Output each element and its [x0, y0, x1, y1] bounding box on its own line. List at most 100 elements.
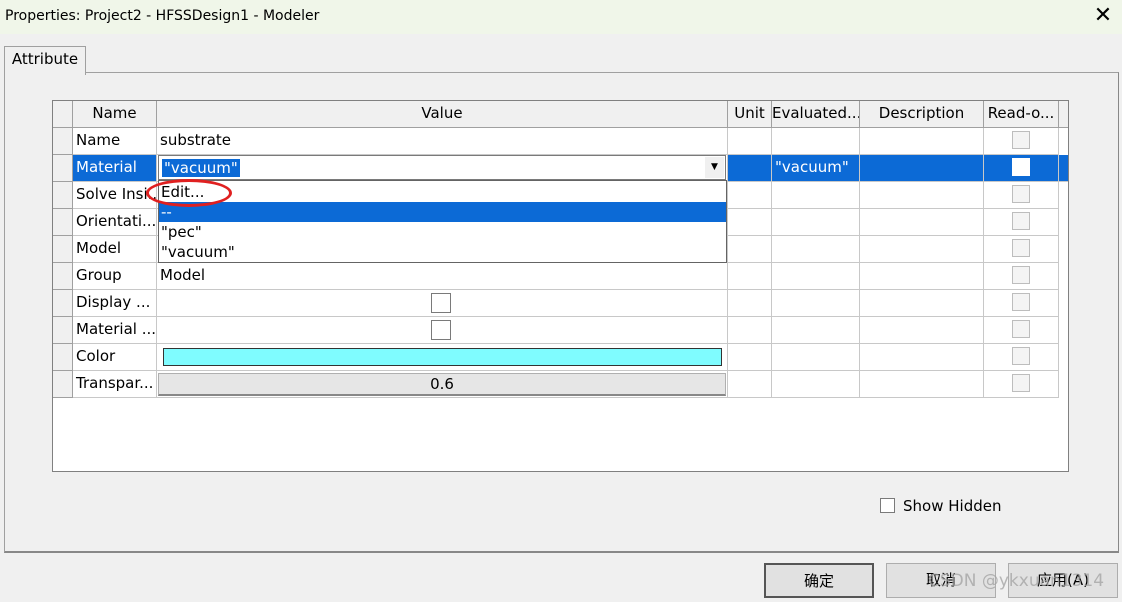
property-name[interactable]: Solve Insi... [73, 182, 157, 209]
column-header-filler [1059, 101, 1068, 128]
dropdown-option-edit[interactable]: Edit... [159, 182, 726, 202]
column-header-value[interactable]: Value [157, 101, 728, 128]
property-description[interactable] [860, 209, 984, 236]
read-only-checkbox[interactable] [1012, 266, 1030, 284]
property-read-only [984, 209, 1059, 236]
close-icon[interactable]: ✕ [1090, 4, 1116, 30]
property-unit[interactable] [728, 371, 772, 398]
property-name[interactable]: Orientati... [73, 209, 157, 236]
chevron-down-icon[interactable]: ▼ [705, 157, 724, 178]
property-unit[interactable] [728, 263, 772, 290]
property-description[interactable] [860, 182, 984, 209]
property-description[interactable] [860, 371, 984, 398]
column-header-read-only[interactable]: Read-o... [984, 101, 1059, 128]
read-only-checkbox[interactable] [1012, 158, 1030, 176]
property-name[interactable]: Group [73, 263, 157, 290]
read-only-checkbox[interactable] [1012, 131, 1030, 149]
watermark: CSDN @ykxuan1314 [928, 571, 1105, 591]
property-value[interactable]: Model [157, 263, 728, 290]
property-unit[interactable] [728, 290, 772, 317]
property-unit[interactable] [728, 236, 772, 263]
property-description[interactable] [860, 155, 984, 182]
column-header-unit[interactable]: Unit [728, 101, 772, 128]
property-unit[interactable] [728, 344, 772, 371]
show-hidden-checkbox[interactable] [880, 498, 895, 513]
corner-header [53, 101, 73, 128]
property-evaluated[interactable] [772, 209, 860, 236]
property-name[interactable]: Display ... [73, 290, 157, 317]
property-unit[interactable] [728, 182, 772, 209]
property-name[interactable]: Model [73, 236, 157, 263]
property-read-only [984, 182, 1059, 209]
property-evaluated[interactable] [772, 128, 860, 155]
property-evaluated[interactable] [772, 371, 860, 398]
display-wireframe-checkbox[interactable] [431, 293, 451, 313]
property-read-only [984, 263, 1059, 290]
color-swatch[interactable] [163, 348, 722, 366]
property-description[interactable] [860, 317, 984, 344]
read-only-checkbox[interactable] [1012, 347, 1030, 365]
row-filler [1059, 155, 1068, 182]
material-dropdown-list: Edit... -- "pec" "vacuum" [158, 180, 727, 263]
material-appearance-checkbox[interactable] [431, 320, 451, 340]
row-header[interactable] [53, 209, 73, 236]
tab-attribute[interactable]: Attribute [4, 46, 86, 75]
row-header[interactable] [53, 128, 73, 155]
property-evaluated[interactable] [772, 317, 860, 344]
property-evaluated[interactable]: "vacuum" [772, 155, 860, 182]
property-evaluated[interactable] [772, 290, 860, 317]
row-header[interactable] [53, 155, 73, 182]
dropdown-option-separator[interactable]: -- [159, 202, 726, 222]
column-header-description[interactable]: Description [860, 101, 984, 128]
dropdown-option-vacuum[interactable]: "vacuum" [159, 242, 726, 262]
material-combo-value: "vacuum" [162, 159, 240, 177]
property-unit[interactable] [728, 317, 772, 344]
ok-button[interactable]: 确定 [764, 563, 874, 598]
property-name[interactable]: Color [73, 344, 157, 371]
property-evaluated[interactable] [772, 236, 860, 263]
row-header[interactable] [53, 371, 73, 398]
read-only-checkbox[interactable] [1012, 320, 1030, 338]
property-unit[interactable] [728, 128, 772, 155]
row-header[interactable] [53, 317, 73, 344]
property-value[interactable]: substrate [157, 128, 728, 155]
read-only-checkbox[interactable] [1012, 212, 1030, 230]
property-description[interactable] [860, 263, 984, 290]
property-unit[interactable] [728, 155, 772, 182]
read-only-checkbox[interactable] [1012, 239, 1030, 257]
row-header[interactable] [53, 236, 73, 263]
read-only-checkbox[interactable] [1012, 293, 1030, 311]
dropdown-option-pec[interactable]: "pec" [159, 222, 726, 242]
property-evaluated[interactable] [772, 344, 860, 371]
row-header[interactable] [53, 263, 73, 290]
property-description[interactable] [860, 128, 984, 155]
property-read-only [984, 128, 1059, 155]
property-read-only [984, 155, 1059, 182]
property-unit[interactable] [728, 209, 772, 236]
property-description[interactable] [860, 290, 984, 317]
title-bar: Properties: Project2 - HFSSDesign1 - Mod… [0, 0, 1122, 34]
property-read-only [984, 344, 1059, 371]
window-title: Properties: Project2 - HFSSDesign1 - Mod… [5, 8, 320, 24]
column-header-name[interactable]: Name [73, 101, 157, 128]
row-header[interactable] [53, 182, 73, 209]
property-description[interactable] [860, 344, 984, 371]
property-read-only [984, 290, 1059, 317]
property-name[interactable]: Transpar... [73, 371, 157, 398]
property-read-only [984, 371, 1059, 398]
property-evaluated[interactable] [772, 182, 860, 209]
row-header[interactable] [53, 290, 73, 317]
row-header[interactable] [53, 344, 73, 371]
property-evaluated[interactable] [772, 263, 860, 290]
property-description[interactable] [860, 236, 984, 263]
read-only-checkbox[interactable] [1012, 374, 1030, 392]
read-only-checkbox[interactable] [1012, 185, 1030, 203]
property-name[interactable]: Material ... [73, 317, 157, 344]
property-read-only [984, 317, 1059, 344]
property-name[interactable]: Name [73, 128, 157, 155]
material-combobox[interactable]: "vacuum" ▼ [158, 155, 726, 180]
property-name[interactable]: Material [73, 155, 157, 182]
show-hidden-label: Show Hidden [903, 497, 1002, 515]
column-header-evaluated[interactable]: Evaluated... [772, 101, 860, 128]
transparency-button[interactable]: 0.6 [158, 373, 726, 396]
